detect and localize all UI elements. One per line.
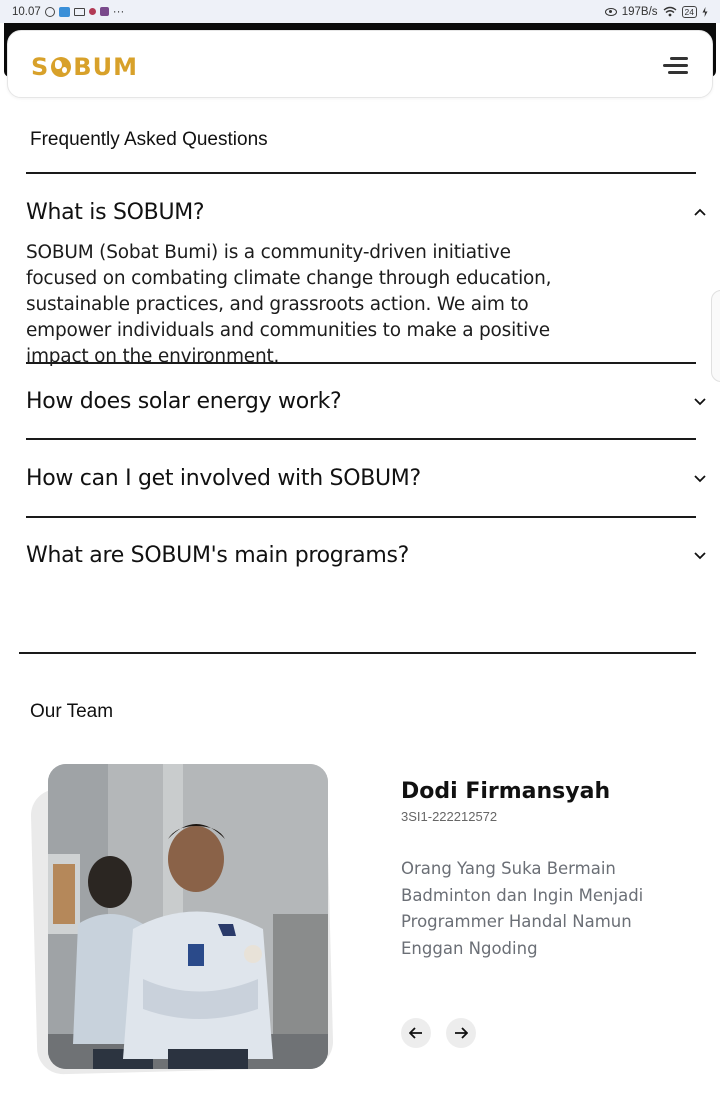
faq-question-toggle[interactable]: What are SOBUM's main programs? <box>26 535 710 575</box>
faq-question: What are SOBUM's main programs? <box>26 542 410 568</box>
clock: 10.07 <box>12 5 41 18</box>
faq-question-toggle[interactable]: How can I get involved with SOBUM? <box>26 458 710 498</box>
chevron-down-icon[interactable] <box>690 545 710 565</box>
team-member-photo <box>48 764 328 1069</box>
team-member-photo-card <box>30 760 335 1075</box>
divider <box>26 362 696 364</box>
divider <box>26 172 696 174</box>
team-member-id: 3SI1-222212572 <box>401 809 498 824</box>
chevron-down-icon[interactable] <box>690 391 710 411</box>
status-bar: 10.07 ··· 197B/s 24 <box>0 0 720 23</box>
chat-icon <box>58 6 70 17</box>
app-icon <box>99 7 109 16</box>
faq-item: What are SOBUM's main programs? <box>26 535 710 575</box>
divider <box>26 438 696 440</box>
next-member-button[interactable] <box>446 1018 476 1048</box>
globe-icon <box>51 57 72 77</box>
chevron-down-icon[interactable] <box>690 468 710 488</box>
eye-icon <box>604 7 617 16</box>
side-drawer-handle[interactable] <box>711 290 720 382</box>
battery-indicator: 24 <box>681 5 697 18</box>
faq-item: How does solar energy work? <box>26 381 710 421</box>
person-photo-illustration <box>48 764 328 1069</box>
arrow-right-icon <box>455 1027 468 1039</box>
site-header: S BUM <box>7 30 713 98</box>
faq-question-toggle[interactable]: How does solar energy work? <box>26 381 710 421</box>
team-member-name: Dodi Firmansyah <box>401 779 611 804</box>
app-icon <box>88 8 96 15</box>
team-section-title: Our Team <box>30 701 114 722</box>
faq-item: What is SOBUM? SOBUM (Sobat Bumi) is a c… <box>26 192 710 370</box>
arrow-left-icon <box>409 1027 422 1039</box>
more-notifications: ··· <box>112 5 125 18</box>
team-member-bio: Orang Yang Suka Bermain Badminton dan In… <box>401 859 644 958</box>
divider <box>26 516 696 518</box>
chevron-up-icon[interactable] <box>690 202 710 222</box>
faq-answer: SOBUM (Sobat Bumi) is a community-driven… <box>26 242 552 367</box>
faq-question: What is SOBUM? <box>26 199 205 225</box>
network-speed: 197B/s <box>621 5 658 18</box>
faq-question: How can I get involved with SOBUM? <box>26 465 421 491</box>
faq-item: How can I get involved with SOBUM? <box>26 458 710 498</box>
whatsapp-icon <box>44 6 55 17</box>
sobum-logo[interactable]: S BUM <box>31 53 138 81</box>
faq-question: How does solar energy work? <box>26 388 342 414</box>
section-divider <box>19 652 696 654</box>
faq-question-toggle[interactable]: What is SOBUM? <box>26 192 710 232</box>
charging-icon <box>702 6 708 17</box>
wifi-icon <box>663 6 676 17</box>
hamburger-menu-button[interactable] <box>660 55 688 77</box>
mail-icon <box>73 7 85 16</box>
previous-member-button[interactable] <box>401 1018 431 1048</box>
faq-section-title: Frequently Asked Questions <box>30 129 268 150</box>
